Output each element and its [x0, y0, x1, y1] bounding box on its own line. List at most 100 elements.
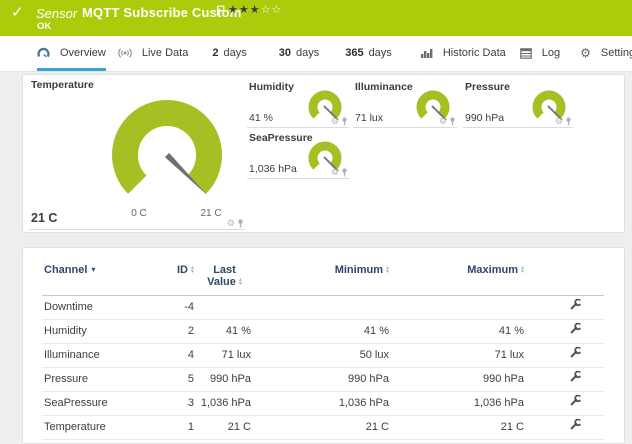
channel-name-cell: Pressure [42, 368, 169, 392]
channel-table-panel: Channel▾ ID▴▾ Last Value▴▾ Minimum▴▾ Max… [22, 247, 625, 444]
priority-flag-icon[interactable] [216, 3, 225, 21]
maximum-cell: 41 % [391, 320, 526, 344]
tab-live-data[interactable]: Live Data [118, 36, 188, 71]
gauge-value: 1,036 hPa [249, 163, 297, 175]
channel-settings-wrench-icon[interactable] [570, 344, 581, 367]
maximum-cell: 71 lux [391, 344, 526, 368]
channel-settings-wrench-icon[interactable] [570, 320, 581, 343]
gauge-title: Pressure [465, 81, 510, 93]
gear-icon: ⚙ [580, 47, 591, 59]
column-header-channel[interactable]: Channel▾ [42, 248, 169, 296]
column-header-settings [526, 248, 604, 296]
maximum-cell: 990 hPa [391, 368, 526, 392]
gauge-tile-seapressure: SeaPressure 1,036 hPa ⚙ [247, 132, 349, 179]
pin-icon[interactable] [237, 219, 244, 228]
tab-365-days[interactable]: 365days [345, 36, 392, 71]
gauge-settings-gear-icon[interactable]: ⚙ [439, 117, 447, 126]
channel-id-cell: 3 [169, 392, 196, 416]
column-header-maximum[interactable]: Maximum▴▾ [391, 248, 526, 296]
stars-filled[interactable]: ★★★ [228, 4, 261, 16]
maximum-cell [391, 296, 526, 320]
channel-settings-wrench-icon[interactable] [570, 368, 581, 391]
gauge-tile-temperature: Temperature 0 C 21 C 21 C ⚙ [29, 79, 245, 230]
log-table-icon [520, 48, 532, 59]
tab-label: days [296, 47, 319, 59]
tab-historic-data[interactable]: Historic Data [420, 36, 506, 71]
channel-name-cell: Humidity [42, 320, 169, 344]
gauge-title: SeaPressure [249, 132, 313, 144]
bar-chart-icon [420, 47, 433, 59]
gauge-value: 990 hPa [465, 112, 504, 124]
channel-settings-wrench-icon[interactable] [570, 392, 581, 415]
table-row: Humidity 2 41 % 41 % 41 % [42, 320, 604, 344]
channel-name-cell: Illuminance [42, 344, 169, 368]
tab-30-days[interactable]: 30days [279, 36, 320, 71]
table-row: Downtime -4 [42, 296, 604, 320]
minimum-cell: 50 lux [253, 344, 391, 368]
minimum-cell: 21 C [253, 416, 391, 440]
channel-settings-wrench-icon[interactable] [570, 296, 581, 319]
table-header-row: Channel▾ ID▴▾ Last Value▴▾ Minimum▴▾ Max… [42, 248, 604, 296]
channel-name-cell: Temperature [42, 416, 169, 440]
sort-icon: ▴▾ [521, 266, 524, 274]
temperature-gauge [91, 81, 243, 207]
gauge-settings-gear-icon[interactable]: ⚙ [331, 168, 339, 177]
tab-label: days [223, 47, 246, 59]
gauge-settings-gear-icon[interactable]: ⚙ [331, 117, 339, 126]
status-ok-check-icon: ✓ [11, 3, 24, 21]
pin-icon[interactable] [449, 117, 456, 126]
minimum-cell [253, 296, 391, 320]
maximum-cell: 1,036 hPa [391, 392, 526, 416]
gauge-value: 71 lux [355, 112, 383, 124]
tab-log[interactable]: Log [520, 36, 560, 71]
stars-empty[interactable]: ☆☆ [261, 4, 283, 16]
channel-id-cell: -4 [169, 296, 196, 320]
column-header-last-value[interactable]: Last Value▴▾ [196, 248, 253, 296]
channel-name-cell: Downtime [42, 296, 169, 320]
sort-desc-icon: ▾ [91, 265, 95, 274]
tab-settings[interactable]: ⚙ Settings [580, 36, 632, 71]
last-value-cell: 990 hPa [196, 368, 253, 392]
sort-icon: ▴▾ [386, 266, 389, 274]
gauge-tile-illuminance: Illuminance 71 lux ⚙ [353, 81, 457, 128]
table-row: SeaPressure 3 1,036 hPa 1,036 hPa 1,036 … [42, 392, 604, 416]
tab-label: Log [542, 47, 560, 59]
sensor-status-text: OK [37, 21, 51, 32]
last-value-cell: 41 % [196, 320, 253, 344]
priority-stars[interactable]: ★★★☆☆ [228, 3, 282, 16]
object-kind-label: Sensor [36, 6, 77, 21]
signal-icon [118, 47, 132, 59]
sort-icon: ▴▾ [239, 278, 242, 286]
channel-settings-wrench-icon[interactable] [570, 416, 581, 439]
channel-id-cell: 2 [169, 320, 196, 344]
tab-label: Live Data [142, 47, 188, 59]
gauge-value: 41 % [249, 112, 273, 124]
gauge-icon [37, 47, 50, 59]
table-row: Temperature 1 21 C 21 C 21 C [42, 416, 604, 440]
pin-icon[interactable] [565, 117, 572, 126]
last-value-cell: 1,036 hPa [196, 392, 253, 416]
sensor-tab-bar: Overview Live Data 2days 30days 365days [0, 36, 632, 72]
pin-icon[interactable] [341, 117, 348, 126]
tab-label: Settings [601, 47, 632, 59]
maximum-cell: 21 C [391, 416, 526, 440]
last-value-cell: 71 lux [196, 344, 253, 368]
gauge-tile-humidity: Humidity 41 % ⚙ [247, 81, 349, 128]
column-header-minimum[interactable]: Minimum▴▾ [253, 248, 391, 296]
gauge-scale-max: 21 C [193, 208, 229, 219]
gauge-title: Temperature [31, 79, 94, 91]
tab-2-days[interactable]: 2days [212, 36, 246, 71]
tab-overview[interactable]: Overview [37, 36, 106, 71]
sensor-overview-page: ✓ Sensor MQTT Subscribe Custom ★★★☆☆ OK … [0, 0, 632, 444]
gauge-settings-gear-icon[interactable]: ⚙ [555, 117, 563, 126]
gauge-settings-gear-icon[interactable]: ⚙ [227, 219, 235, 228]
minimum-cell: 990 hPa [253, 368, 391, 392]
table-row: Illuminance 4 71 lux 50 lux 71 lux [42, 344, 604, 368]
tab-label: Historic Data [443, 47, 506, 59]
channel-id-cell: 5 [169, 368, 196, 392]
pin-icon[interactable] [341, 168, 348, 177]
column-header-id[interactable]: ID▴▾ [169, 248, 196, 296]
sensor-status-bar: ✓ Sensor MQTT Subscribe Custom ★★★☆☆ OK [0, 0, 632, 36]
table-row: Pressure 5 990 hPa 990 hPa 990 hPa [42, 368, 604, 392]
gauges-panel: Temperature 0 C 21 C 21 C ⚙ Humidity [22, 74, 625, 233]
